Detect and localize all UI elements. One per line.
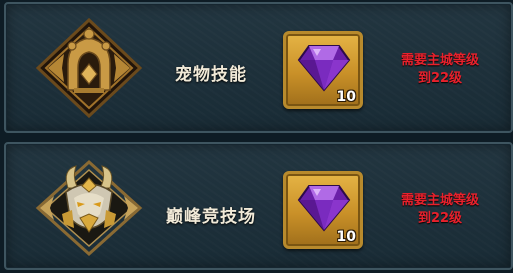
requirement-line-1: 需要主城等级 bbox=[400, 53, 479, 68]
feature-unlock-list: 宠物技能 10 需要主城等级 到22级 巅峰竞技场 10 需要主城等级 到22级 bbox=[0, 0, 513, 273]
reward-count: 10 bbox=[336, 229, 356, 245]
unlock-requirement-text: 需要主城等级 到22级 bbox=[380, 52, 500, 88]
feature-card-pet-skill[interactable]: 宠物技能 10 需要主城等级 到22级 bbox=[4, 2, 513, 133]
feature-card-peak-arena[interactable]: 巅峰竞技场 10 需要主城等级 到22级 bbox=[4, 142, 513, 270]
requirement-line-1: 需要主城等级 bbox=[400, 193, 479, 208]
requirement-line-2: 到22级 bbox=[417, 211, 463, 226]
feature-title: 宠物技能 bbox=[175, 65, 247, 85]
reward-slot[interactable]: 10 bbox=[283, 31, 363, 109]
reward-count: 10 bbox=[336, 89, 356, 105]
feature-title: 巅峰竞技场 bbox=[166, 207, 256, 227]
unlock-requirement-text: 需要主城等级 到22级 bbox=[380, 192, 500, 228]
arena-beast-crest-icon bbox=[35, 159, 143, 257]
purple-gem-icon bbox=[297, 185, 351, 232]
requirement-line-2: 到22级 bbox=[417, 71, 463, 86]
pet-skill-emblem-icon bbox=[35, 18, 143, 118]
reward-slot[interactable]: 10 bbox=[283, 171, 363, 249]
purple-gem-icon bbox=[297, 45, 351, 92]
